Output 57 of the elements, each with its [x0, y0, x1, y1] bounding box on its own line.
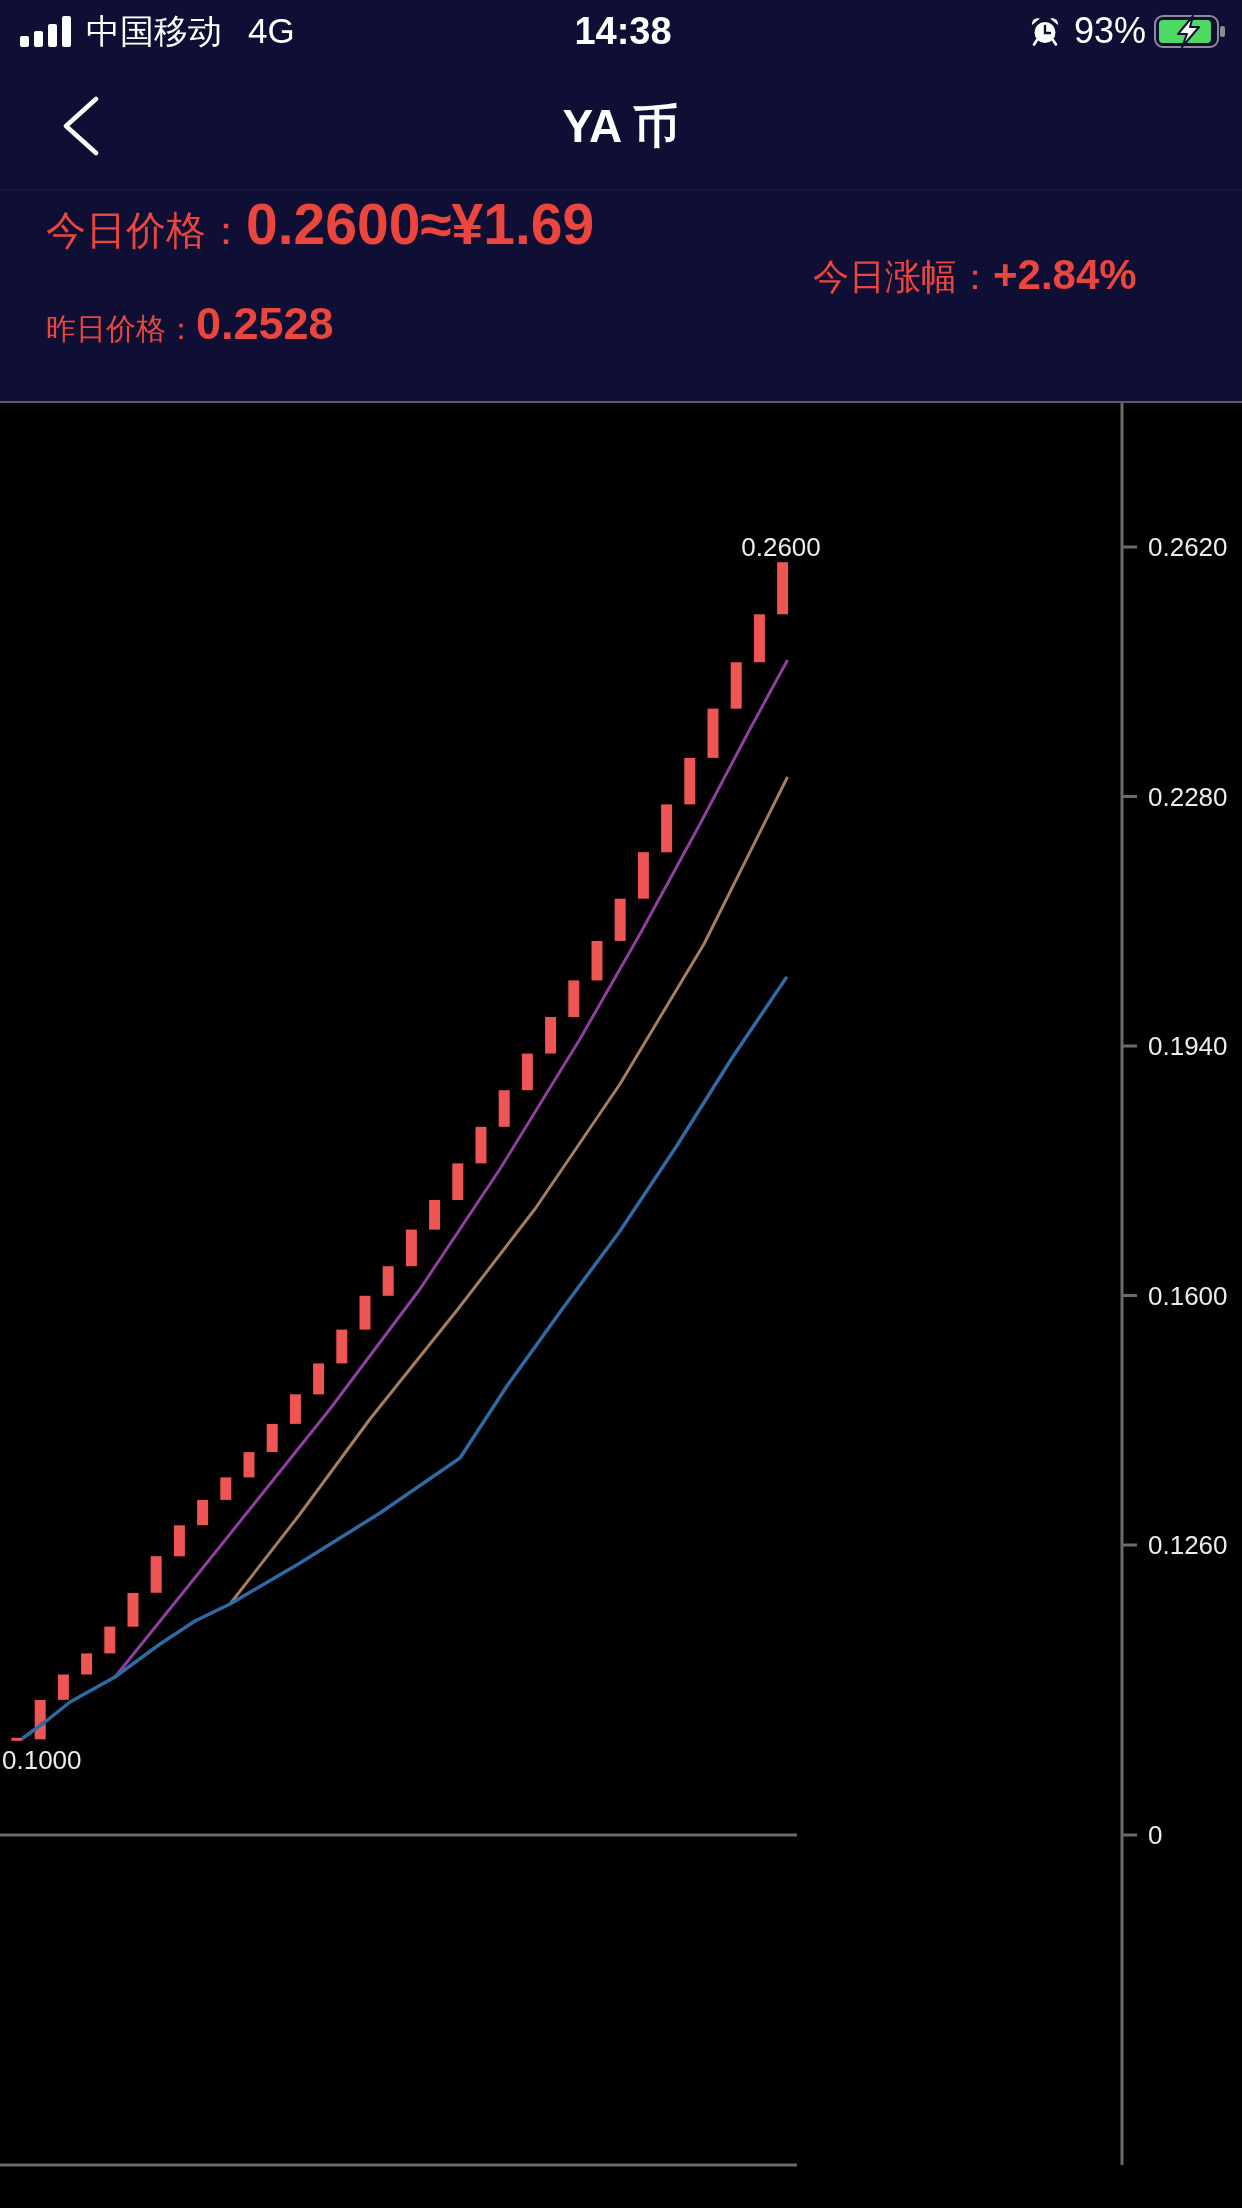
price-axis-label: 0.1260: [1148, 1530, 1228, 1560]
status-time: 14:38: [574, 9, 672, 53]
candle: [220, 1477, 232, 1500]
candle: [57, 1674, 69, 1700]
candle: [661, 804, 673, 853]
candle: [614, 898, 626, 941]
candle: [34, 1699, 46, 1740]
today-price-label: 今日价格：: [46, 207, 246, 254]
network-type: 4G: [248, 11, 295, 51]
candle: [753, 614, 765, 663]
candle: [197, 1499, 209, 1526]
daily-change-label: 今日涨幅：: [813, 255, 993, 299]
candle: [104, 1626, 116, 1654]
candle: [707, 708, 719, 758]
low-price-label: 0.1000: [2, 1745, 82, 1775]
today-price-value: 0.2600≈¥1.69: [246, 192, 595, 256]
battery-percent: 93%: [1073, 11, 1146, 51]
price-axis-label: 0.1600: [1148, 1280, 1228, 1311]
alarm-clock-icon: [1029, 16, 1060, 46]
candle: [498, 1090, 510, 1127]
candle: [127, 1592, 139, 1627]
candle: [475, 1126, 487, 1164]
yesterday-price-value: 0.2528: [196, 298, 334, 350]
yesterday-price-label: 昨日价格：: [46, 311, 196, 347]
candle: [313, 1363, 325, 1395]
candle: [777, 562, 789, 615]
price-axis-label: 0.2620: [1148, 532, 1228, 562]
battery-charging-icon: [1154, 14, 1226, 48]
candle: [637, 852, 649, 899]
candle: [359, 1295, 371, 1330]
candle: [289, 1394, 301, 1424]
candle: [11, 1737, 23, 1741]
candle: [452, 1163, 464, 1200]
page-title: YA 币: [562, 98, 680, 154]
candle: [173, 1525, 185, 1557]
candle: [568, 980, 580, 1017]
volume-axis-label: 0: [1148, 1820, 1163, 1850]
candle: [81, 1653, 93, 1675]
candle: [545, 1017, 557, 1054]
carrier-name: 中国移动: [86, 11, 222, 51]
candle: [521, 1053, 533, 1091]
signal-icon: [20, 15, 71, 47]
high-price-label: 0.2600: [741, 532, 821, 562]
price-axis-label: 0.2280: [1148, 781, 1228, 812]
candle: [266, 1423, 278, 1453]
candle: [150, 1556, 162, 1593]
candle: [730, 662, 742, 709]
candle: [591, 941, 603, 981]
candle: [243, 1452, 255, 1478]
candle: [405, 1229, 417, 1267]
candle: [429, 1200, 441, 1230]
daily-change-value: +2.84%: [993, 250, 1137, 300]
price-axis-label: 0.1940: [1148, 1031, 1228, 1061]
candle: [382, 1266, 394, 1296]
chevron-left-icon: [63, 95, 99, 156]
candle: [336, 1329, 348, 1364]
candle: [684, 757, 696, 805]
